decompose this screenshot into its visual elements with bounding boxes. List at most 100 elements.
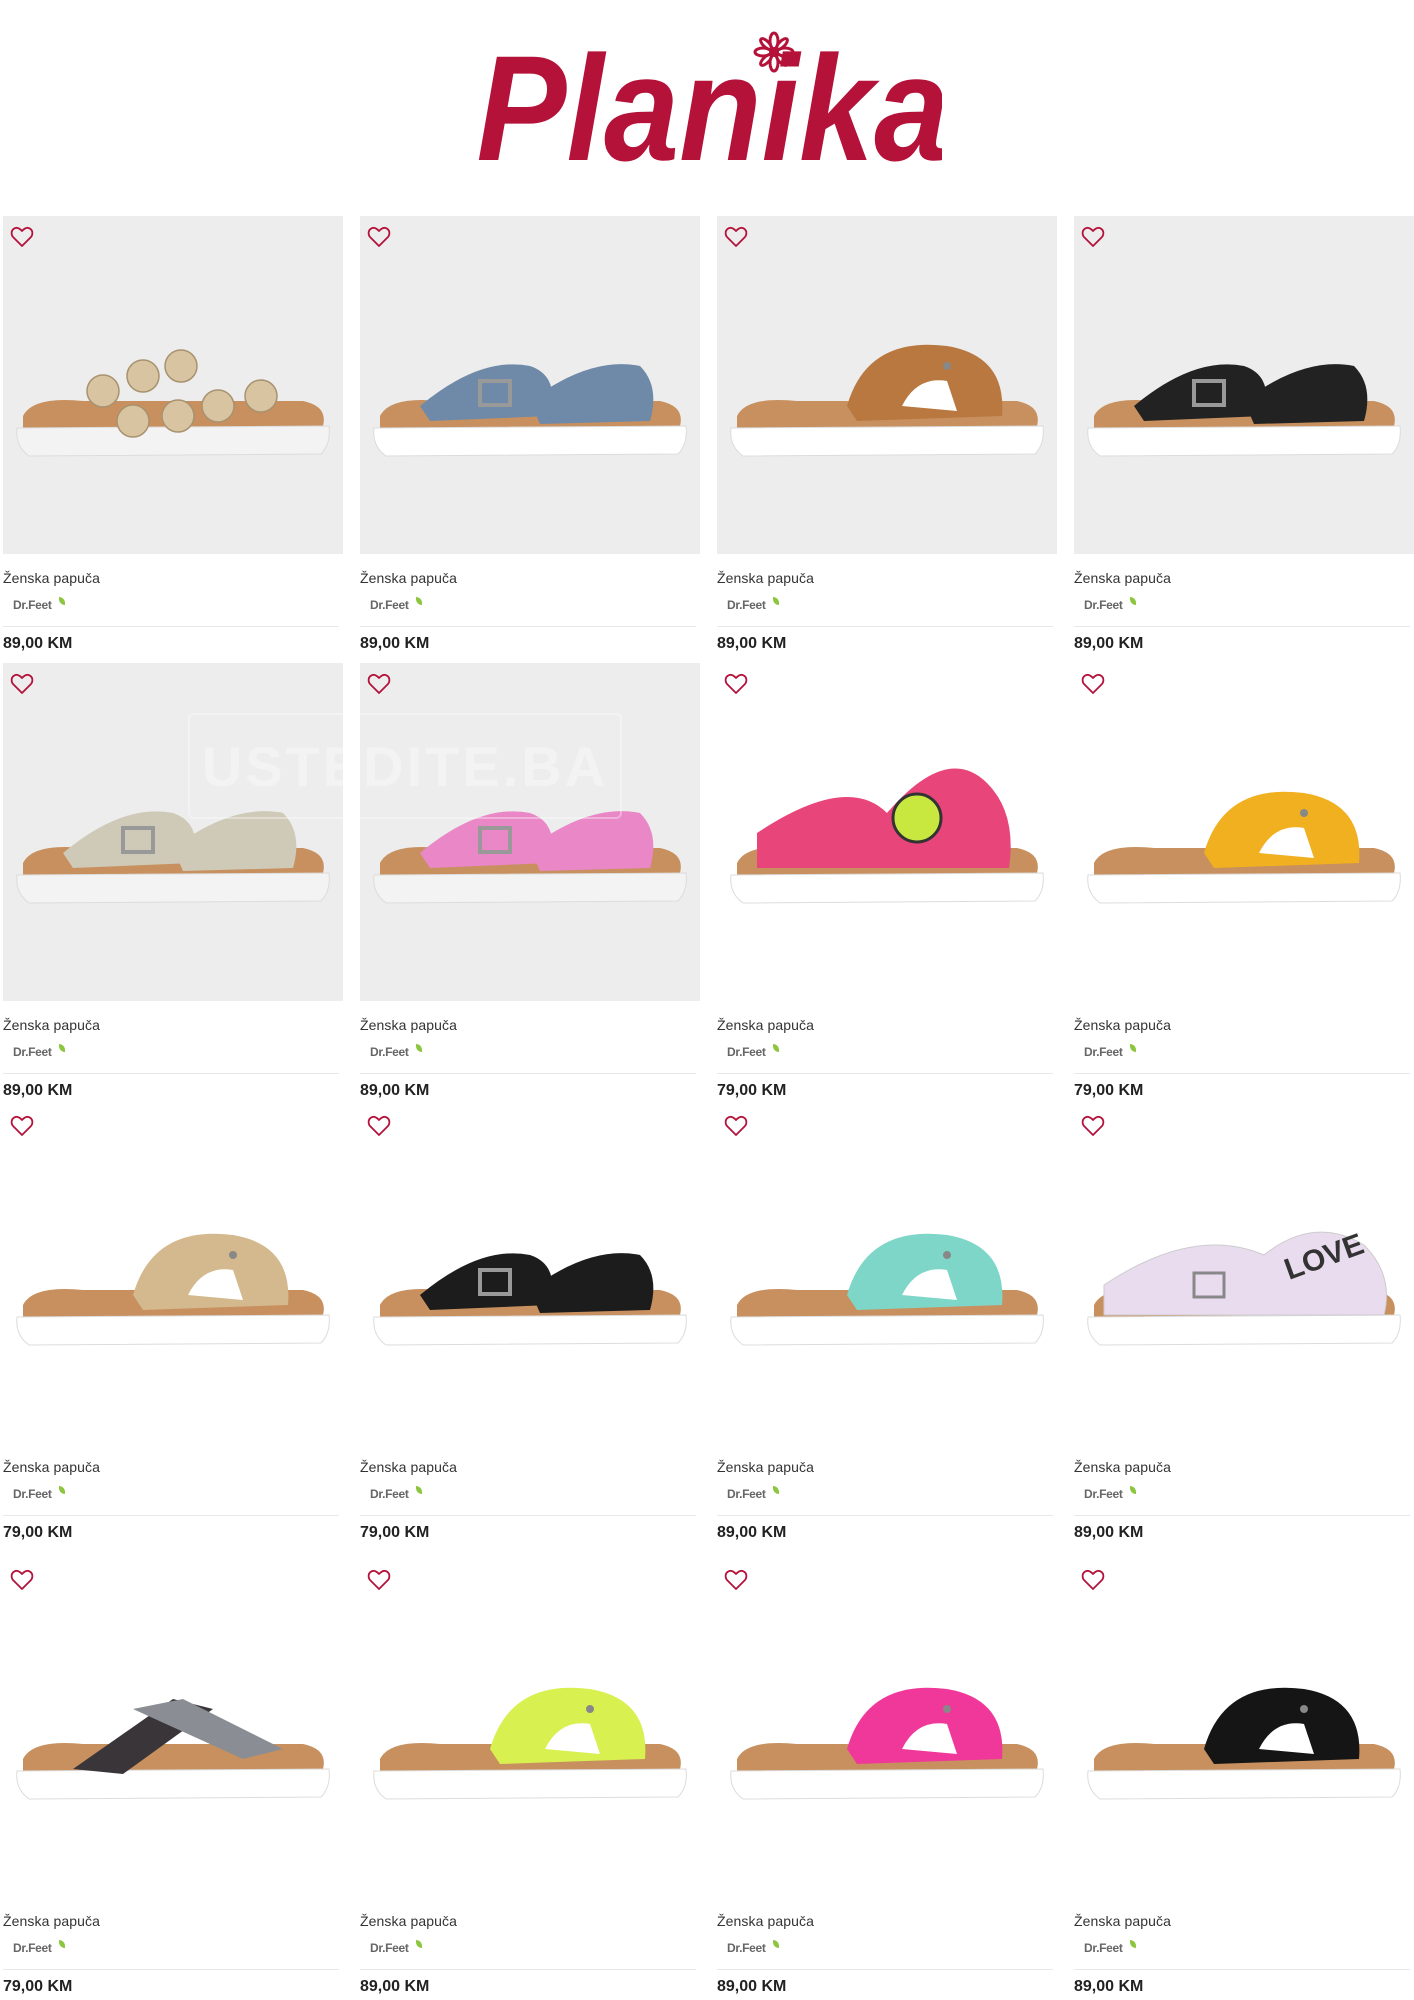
brand-name: Dr.Feet bbox=[13, 1045, 52, 1059]
product-card[interactable]: Ženska papuča Dr.Feet 89,00 KM bbox=[717, 1559, 1057, 1999]
wishlist-heart-icon[interactable] bbox=[1081, 673, 1107, 697]
product-image-box[interactable] bbox=[360, 216, 700, 554]
wishlist-heart-icon[interactable] bbox=[724, 226, 750, 250]
product-title[interactable]: Ženska papuča bbox=[1074, 1459, 1171, 1475]
product-card[interactable]: Ženska papuča Dr.Feet 79,00 KM bbox=[1074, 663, 1414, 1103]
product-image[interactable] bbox=[717, 1105, 1057, 1443]
product-image[interactable] bbox=[3, 216, 343, 554]
product-image-box[interactable] bbox=[1074, 663, 1414, 1001]
leaf-icon bbox=[773, 1044, 779, 1052]
product-title[interactable]: Ženska papuča bbox=[360, 1913, 457, 1929]
brand-logo: Dr.Feet bbox=[370, 1486, 430, 1509]
brand-name: Dr.Feet bbox=[1084, 1045, 1123, 1059]
brand-logo: Dr.Feet bbox=[370, 597, 430, 620]
product-title[interactable]: Ženska papuča bbox=[717, 1017, 814, 1033]
product-title[interactable]: Ženska papuča bbox=[3, 1459, 100, 1475]
product-image[interactable] bbox=[1074, 1559, 1414, 1897]
brand-name: Dr.Feet bbox=[727, 1487, 766, 1501]
planika-logo[interactable]: Planika bbox=[472, 30, 943, 180]
product-title[interactable]: Ženska papuča bbox=[3, 1017, 100, 1033]
product-card[interactable]: Ženska papuča Dr.Feet 89,00 KM bbox=[360, 1559, 700, 1999]
product-card[interactable]: Ženska papuča Dr.Feet 89,00 KM bbox=[1074, 1559, 1414, 1999]
wishlist-heart-icon[interactable] bbox=[724, 673, 750, 697]
product-image[interactable] bbox=[3, 1105, 343, 1443]
product-image-box[interactable] bbox=[3, 1559, 343, 1897]
product-card[interactable]: Ženska papuča Dr.Feet 79,00 KM bbox=[717, 663, 1057, 1103]
wishlist-heart-icon[interactable] bbox=[367, 673, 393, 697]
product-price: 79,00 KM bbox=[717, 1082, 787, 1099]
product-image-box[interactable] bbox=[717, 216, 1057, 554]
brand-logo: Dr.Feet bbox=[370, 1940, 430, 1963]
product-title[interactable]: Ženska papuča bbox=[3, 570, 100, 586]
wishlist-heart-icon[interactable] bbox=[1081, 1569, 1107, 1593]
product-image-box[interactable] bbox=[717, 1559, 1057, 1897]
product-title[interactable]: Ženska papuča bbox=[717, 1459, 814, 1475]
product-title[interactable]: Ženska papuča bbox=[1074, 570, 1171, 586]
product-image-box[interactable] bbox=[717, 663, 1057, 1001]
product-image[interactable] bbox=[360, 1105, 700, 1443]
wishlist-heart-icon[interactable] bbox=[724, 1115, 750, 1139]
product-image[interactable] bbox=[360, 1559, 700, 1897]
wishlist-heart-icon[interactable] bbox=[1081, 1115, 1107, 1139]
product-image[interactable] bbox=[1074, 216, 1414, 554]
product-image-box[interactable] bbox=[360, 1105, 700, 1443]
product-card[interactable]: Ženska papuča Dr.Feet 89,00 KM bbox=[360, 216, 700, 656]
leaf-icon bbox=[773, 597, 779, 605]
product-image[interactable] bbox=[717, 216, 1057, 554]
divider bbox=[1074, 626, 1410, 627]
product-card[interactable]: Ženska papuča Dr.Feet 89,00 KM bbox=[1074, 216, 1414, 656]
product-image-box[interactable] bbox=[360, 1559, 700, 1897]
product-image[interactable] bbox=[360, 216, 700, 554]
product-title[interactable]: Ženska papuča bbox=[717, 570, 814, 586]
wishlist-heart-icon[interactable] bbox=[367, 226, 393, 250]
leaf-icon bbox=[1130, 597, 1136, 605]
product-title[interactable]: Ženska papuča bbox=[360, 1017, 457, 1033]
wishlist-heart-icon[interactable] bbox=[367, 1569, 393, 1593]
product-image-box[interactable] bbox=[1074, 1559, 1414, 1897]
product-card[interactable]: LOVE Ženska papuča Dr.Feet 89,00 KM bbox=[1074, 1105, 1414, 1545]
wishlist-heart-icon[interactable] bbox=[1081, 226, 1107, 250]
product-image[interactable]: LOVE bbox=[1074, 1105, 1414, 1443]
brand-logo: Dr.Feet bbox=[727, 1044, 787, 1067]
brand-logo: Dr.Feet bbox=[13, 1486, 73, 1509]
product-image[interactable] bbox=[717, 1559, 1057, 1897]
product-price: 89,00 KM bbox=[717, 635, 787, 652]
wishlist-heart-icon[interactable] bbox=[367, 1115, 393, 1139]
product-image[interactable] bbox=[1074, 663, 1414, 1001]
leaf-icon bbox=[59, 1940, 65, 1948]
wishlist-heart-icon[interactable] bbox=[10, 1569, 36, 1593]
product-card[interactable]: Ženska papuča Dr.Feet 79,00 KM bbox=[360, 1105, 700, 1545]
product-title[interactable]: Ženska papuča bbox=[360, 1459, 457, 1475]
product-image-box[interactable] bbox=[1074, 216, 1414, 554]
product-card[interactable]: Ženska papuča Dr.Feet 89,00 KM bbox=[717, 1105, 1057, 1545]
product-card[interactable]: Ženska papuča Dr.Feet 89,00 KM bbox=[717, 216, 1057, 656]
leaf-icon bbox=[59, 597, 65, 605]
divider bbox=[717, 1515, 1053, 1516]
product-card[interactable]: Ženska papuča Dr.Feet 79,00 KM bbox=[3, 1105, 343, 1545]
product-image-box[interactable] bbox=[717, 1105, 1057, 1443]
product-title[interactable]: Ženska papuča bbox=[1074, 1017, 1171, 1033]
product-title[interactable]: Ženska papuča bbox=[717, 1913, 814, 1929]
product-image-box[interactable]: LOVE bbox=[1074, 1105, 1414, 1443]
divider bbox=[717, 626, 1053, 627]
brand-name: Dr.Feet bbox=[13, 598, 52, 612]
product-title[interactable]: Ženska papuča bbox=[3, 1913, 100, 1929]
brand-name: Dr.Feet bbox=[1084, 1941, 1123, 1955]
product-card[interactable]: Ženska papuča Dr.Feet 89,00 KM bbox=[3, 216, 343, 656]
divider bbox=[3, 626, 339, 627]
product-image-box[interactable] bbox=[3, 1105, 343, 1443]
wishlist-heart-icon[interactable] bbox=[10, 226, 36, 250]
product-image[interactable] bbox=[3, 1559, 343, 1897]
wishlist-heart-icon[interactable] bbox=[10, 673, 36, 697]
product-image[interactable] bbox=[717, 663, 1057, 1001]
product-image-box[interactable] bbox=[3, 216, 343, 554]
wishlist-heart-icon[interactable] bbox=[724, 1569, 750, 1593]
product-title[interactable]: Ženska papuča bbox=[1074, 1913, 1171, 1929]
leaf-icon bbox=[773, 1940, 779, 1948]
product-card[interactable]: Ženska papuča Dr.Feet 79,00 KM bbox=[3, 1559, 343, 1999]
brand-name: Dr.Feet bbox=[370, 598, 409, 612]
leaf-icon bbox=[416, 1044, 422, 1052]
wishlist-heart-icon[interactable] bbox=[10, 1115, 36, 1139]
product-title[interactable]: Ženska papuča bbox=[360, 570, 457, 586]
brand-logo: Dr.Feet bbox=[1084, 1940, 1144, 1963]
